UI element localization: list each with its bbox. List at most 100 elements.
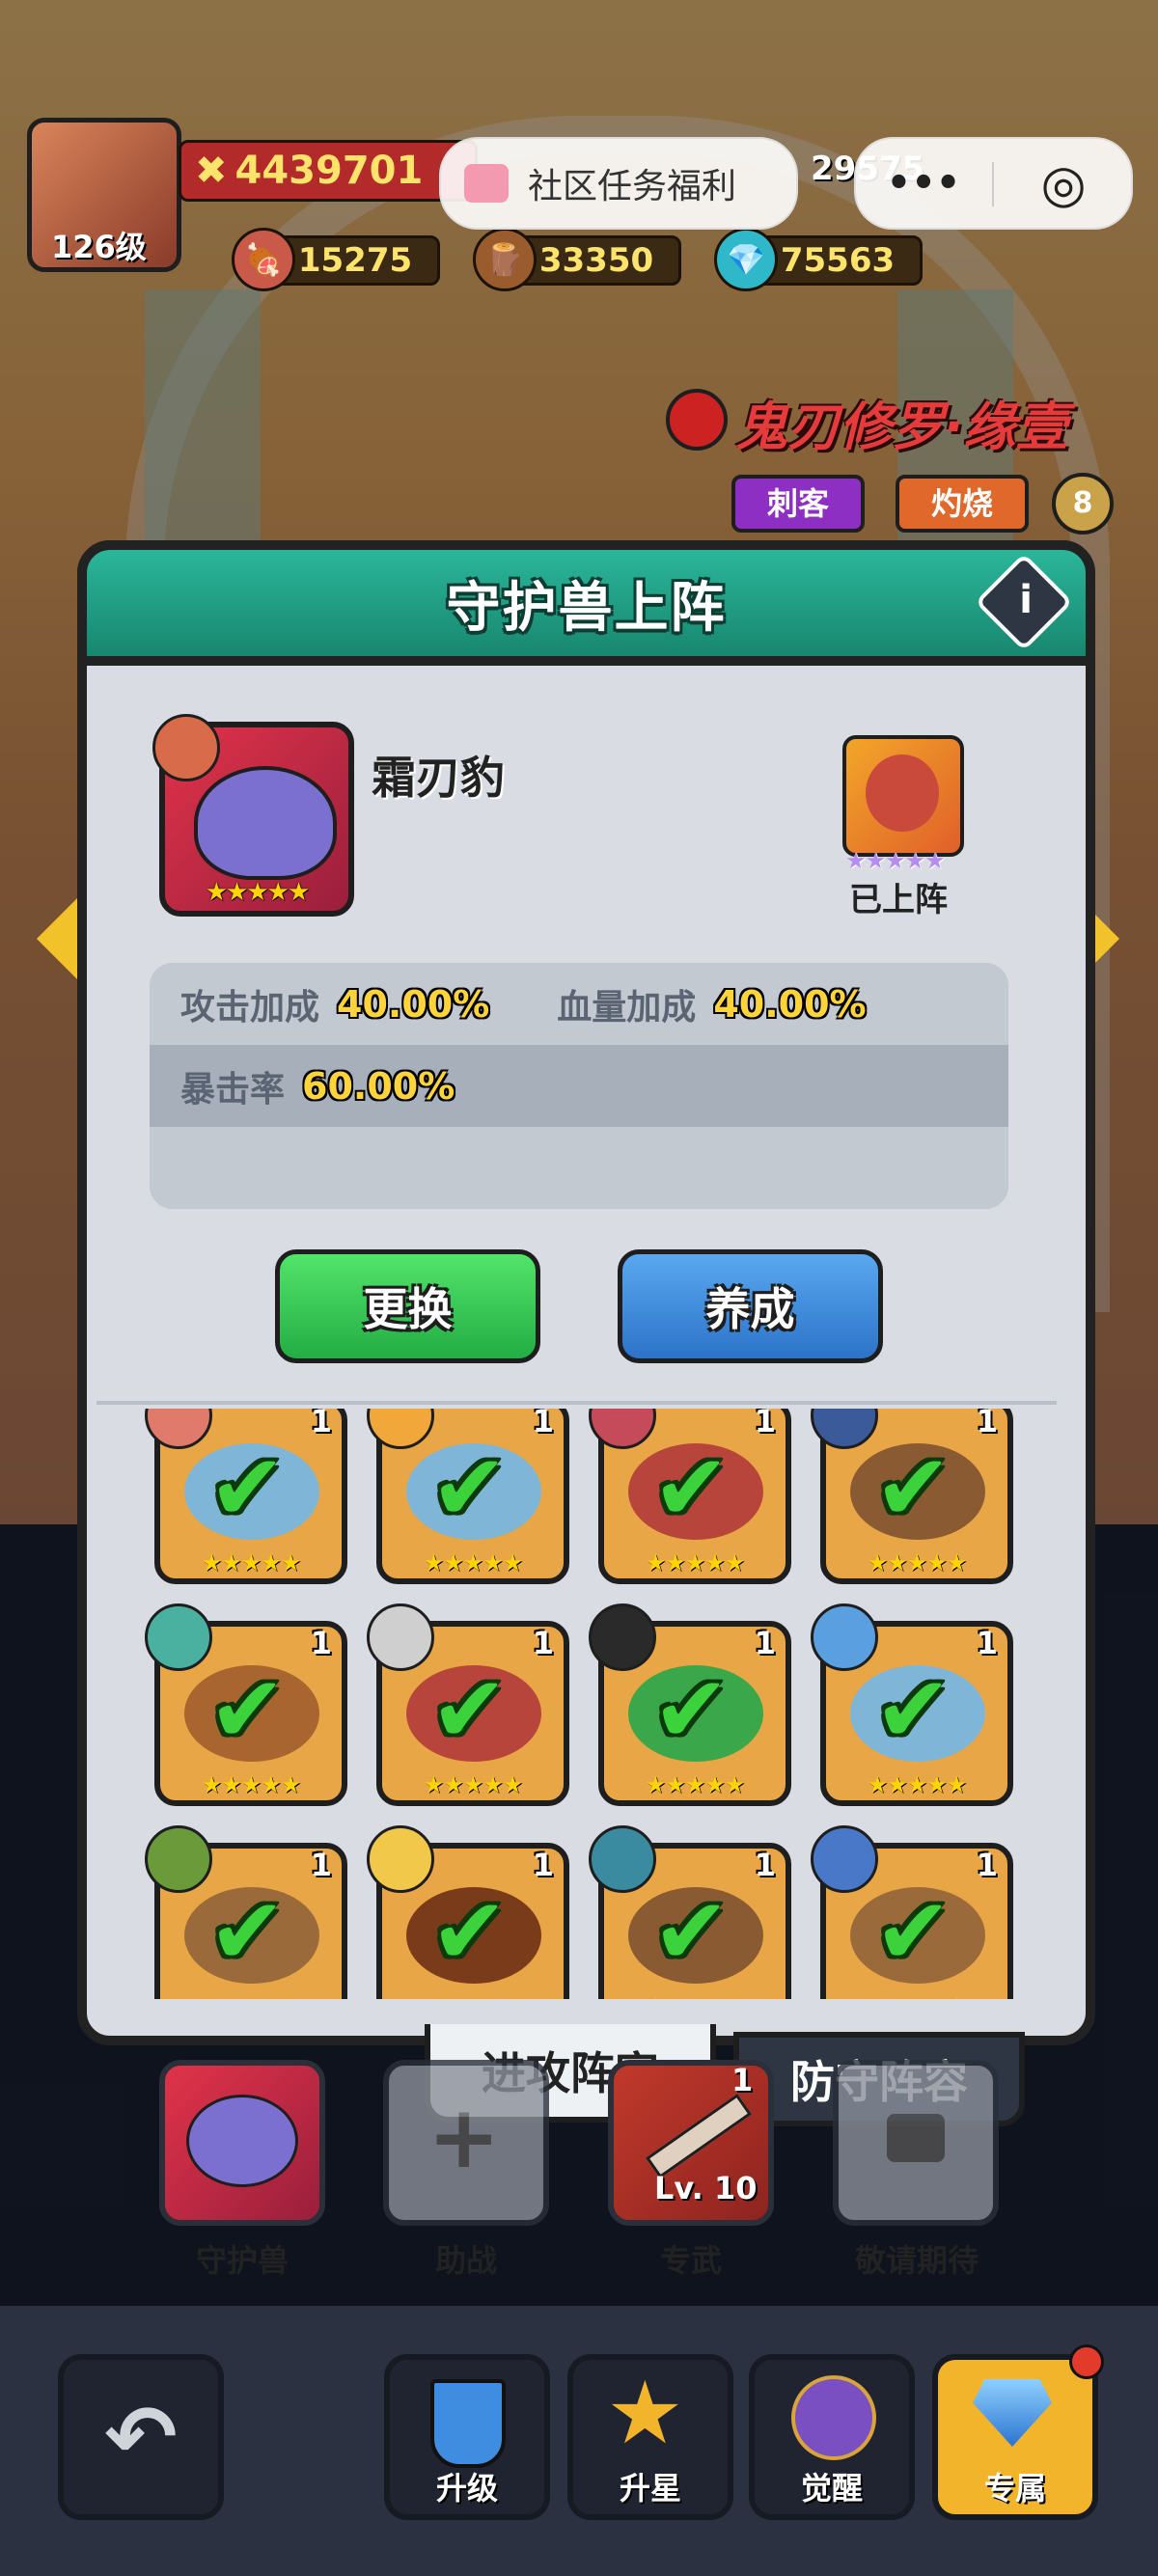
panther-art — [186, 2095, 298, 2187]
checkmark-icon: ✔ — [652, 1434, 731, 1542]
beast-grid-item[interactable]: ✔ 1 ★★★★★ — [145, 1603, 347, 1806]
beast-grid-item[interactable]: ✔ 1 ★★★★★ — [145, 1409, 347, 1584]
checkmark-icon: ✔ — [430, 1434, 509, 1542]
checkmark-icon: ✔ — [874, 1877, 952, 1986]
checkmark-icon: ✔ — [208, 1656, 287, 1764]
swords-icon: ✖ — [195, 149, 228, 193]
beast-level: 1 — [976, 1409, 998, 1439]
checkmark-icon: ✔ — [874, 1434, 952, 1542]
hero-mini-avatar — [145, 1603, 212, 1671]
beast-level: 1 — [976, 1847, 998, 1883]
checkmark-icon: ✔ — [208, 1877, 287, 1986]
nav-awaken[interactable]: 觉醒 — [749, 2354, 915, 2520]
community-task-label: 社区任务福利 — [528, 167, 737, 206]
beast-grid: ✔ 1 ★★★★★ ✔ 1 ★★★★★ ✔ 1 ★★★★★ ✔ 1 ★★★★★ ✔ 1 ★★★★★ ✔ 1 ★★★… — [145, 1409, 1013, 1999]
hp-bonus-value: 40.00% — [713, 982, 867, 1026]
beast-stars: ★★★★★ — [867, 1549, 968, 1576]
attack-bonus-label: 攻击加成 — [180, 987, 320, 1028]
prev-hero-arrow[interactable] — [37, 892, 83, 985]
nav-exclusive[interactable]: 专属 — [932, 2354, 1098, 2520]
beast-grid-item[interactable]: ✔ 1 ★★★★★ — [367, 1409, 569, 1584]
beast-stars: ★★★★★ — [205, 878, 311, 907]
slot-exclusive-weapon-label: 专武 — [659, 2242, 722, 2279]
beast-grid-item[interactable]: ✔ 1 ★★★★★ — [367, 1825, 569, 1999]
divider — [992, 162, 994, 206]
star-icon: ★ — [606, 2363, 684, 2464]
beast-stars: ★★★★★ — [423, 1771, 524, 1798]
more-options-button[interactable]: ••• — [856, 139, 991, 228]
banner-icon — [430, 2379, 506, 2468]
beast-grid-item[interactable]: ✔ 1 ★★★★★ — [811, 1825, 1013, 1999]
slot-support-label: 助战 — [434, 2242, 497, 2279]
gift-icon — [464, 164, 509, 203]
beast-grid-item[interactable]: ✔ 1 ★★★★★ — [811, 1603, 1013, 1806]
awaken-emblem-icon — [791, 2375, 876, 2460]
crit-rate-value: 60.00% — [302, 1064, 455, 1108]
sword-icon — [646, 2094, 752, 2179]
more-icon: ••• — [886, 161, 961, 206]
info-icon: i — [1019, 577, 1033, 622]
hero-mini-avatar — [589, 1409, 656, 1449]
hero-element-icon — [666, 389, 728, 451]
beast-level: 1 — [310, 1625, 332, 1661]
hero-mini-avatar — [589, 1603, 656, 1671]
deployed-label: 已上阵 — [849, 881, 948, 919]
nav-upgrade[interactable]: 升级 — [384, 2354, 550, 2520]
nav-star-up[interactable]: ★ 升星 — [567, 2354, 733, 2520]
power-value: ✖ 4439701 — [179, 140, 478, 202]
beast-stars: ★★★★★ — [826, 1993, 1007, 1999]
hero-mini-avatar — [811, 1825, 878, 1893]
hero-mini-avatar — [589, 1825, 656, 1893]
close-mini-program-button[interactable]: ◎ — [996, 139, 1131, 228]
hero-tag-burn: 灼烧 — [896, 475, 1029, 533]
beast-level: 1 — [754, 1847, 776, 1883]
beast-grid-item[interactable]: ✔ 1 ★★★★★ — [589, 1409, 791, 1584]
modal-header: 守护兽上阵 i — [77, 540, 1095, 666]
beast-stars: ★★★★★ — [645, 1549, 746, 1576]
back-button[interactable]: ↶ — [58, 2354, 224, 2520]
hero-mini-avatar — [811, 1603, 878, 1671]
notification-dot — [1069, 2344, 1104, 2379]
checkmark-icon: ✔ — [430, 1877, 509, 1986]
modal-title: 守护兽上阵 — [446, 576, 727, 640]
beast-grid-item[interactable]: ✔ 1 ★★★★★ — [367, 1603, 569, 1806]
mini-program-menu: ••• ◎ — [854, 137, 1133, 230]
attack-bonus-value: 40.00% — [337, 982, 490, 1026]
hero-mini-avatar — [145, 1825, 212, 1893]
deployed-hero-portrait — [842, 735, 964, 857]
panther-art — [194, 766, 337, 880]
crystal-icon: 💎 — [714, 228, 778, 291]
slot-exclusive-weapon[interactable]: Lv. 10 1 — [608, 2060, 774, 2226]
beast-grid-item[interactable]: ✔ 1 ★★★★★ — [589, 1603, 791, 1806]
beast-stars: ★★★★★ — [604, 1993, 786, 1999]
weapon-level: Lv. 10 — [654, 2170, 758, 2206]
beast-level: 1 — [976, 1625, 998, 1661]
beast-stars: ★★★★★ — [867, 1771, 968, 1798]
wood-log-icon: 🪵 — [473, 228, 537, 291]
weapon-badge: 1 — [731, 2062, 754, 2098]
hero-name: 鬼刃修罗·缘壹 — [735, 397, 1068, 457]
checkmark-icon: ✔ — [208, 1434, 287, 1542]
slot-guardian-beast[interactable] — [159, 2060, 325, 2226]
hero-mini-avatar — [811, 1409, 878, 1449]
player-level: 126级 — [51, 229, 147, 265]
beast-level: 1 — [532, 1847, 554, 1883]
checkmark-icon: ✔ — [874, 1656, 952, 1764]
replace-button[interactable]: 更换 — [275, 1249, 540, 1363]
hp-bonus-label: 血量加成 — [557, 987, 697, 1028]
slot-support[interactable]: + — [383, 2060, 549, 2226]
community-task-banner[interactable]: 社区任务福利 — [439, 137, 798, 230]
deployed-stars: ★★★★★ — [845, 847, 946, 874]
info-button[interactable]: i — [975, 553, 1073, 651]
diamond-icon — [973, 2379, 1052, 2447]
beast-level: 1 — [310, 1847, 332, 1883]
beast-level: 1 — [532, 1409, 554, 1439]
beast-grid-item[interactable]: ✔ 1 ★★★★★ — [145, 1825, 347, 1999]
beast-grid-item[interactable]: ✔ 1 ★★★★★ — [811, 1409, 1013, 1584]
beast-stars: ★★★★★ — [645, 1771, 746, 1798]
beast-stars: ★★★★★ — [382, 1993, 564, 1999]
stats-row-3 — [150, 1127, 1008, 1209]
train-button[interactable]: 养成 — [618, 1249, 883, 1363]
player-avatar[interactable]: 126级 — [27, 118, 181, 272]
beast-grid-item[interactable]: ✔ 1 ★★★★★ — [589, 1825, 791, 1999]
